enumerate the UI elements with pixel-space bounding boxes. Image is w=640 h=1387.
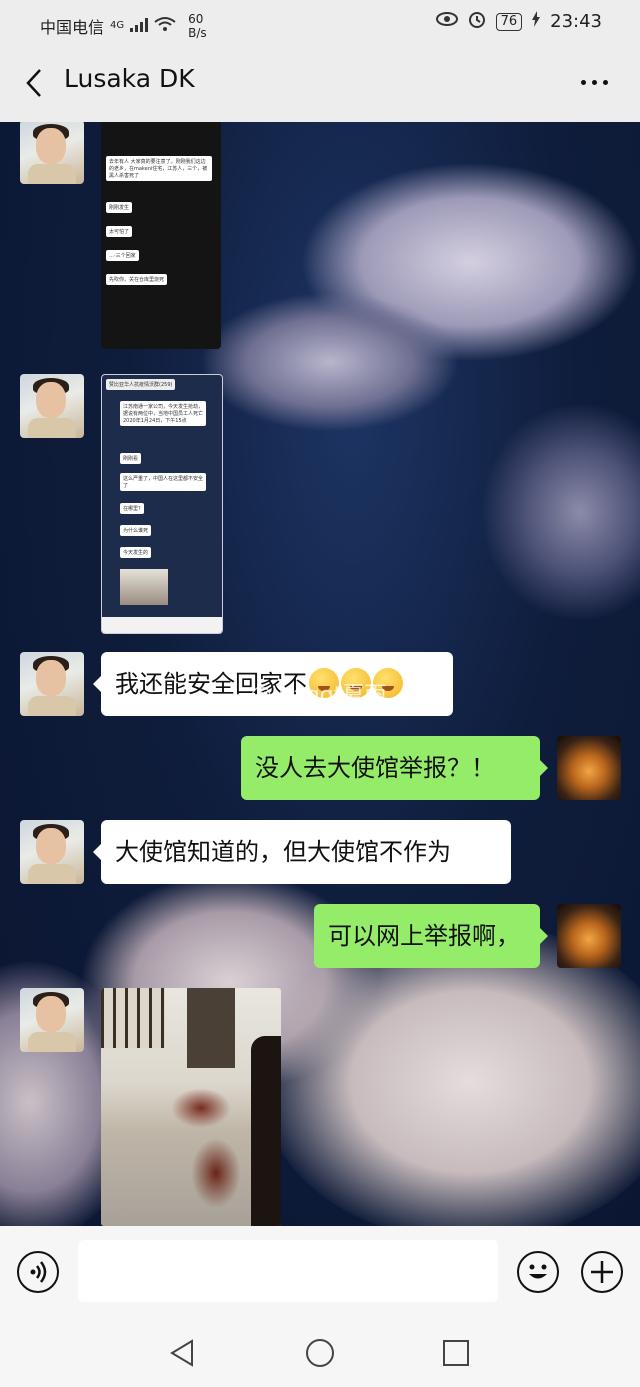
screenshot-text: 太可怕了 [106,226,133,237]
more-functions-button[interactable] [581,1251,623,1293]
back-button[interactable] [22,66,52,100]
background-cloud [200,292,460,432]
screenshot-text: 这么严重了，中国人在这里都不安全了 [120,473,206,491]
emoji-button[interactable] [517,1251,559,1293]
my-avatar[interactable] [557,904,621,968]
message-input[interactable] [78,1240,498,1302]
contact-avatar[interactable] [20,374,84,438]
network-type: 4G [110,20,125,31]
wifi-icon [154,16,176,36]
circle-home-icon [306,1339,334,1367]
screenshot-title: 赞比亚华人抗疫情沃群(259) [106,379,176,390]
more-options-button[interactable] [581,80,608,85]
square-recents-icon [443,1340,469,1366]
status-bar: 中国电信 4G 60 B/s 76 23:43 [0,0,640,44]
message-text: 可以网上举报啊， [328,922,520,950]
smiley-icon [529,1264,547,1279]
screenshot-text: 江苏南通一家公司，今天发生抢劫，据说有两位中，当地中国员工人死亡 2020年1月… [120,401,206,426]
message-text: 大使馆知道的，但大使馆不作为 [115,838,451,866]
photo-doorway [187,988,235,1068]
screenshot-text: …·三个回家 [106,250,139,261]
screenshot-text: 刚刚看 [120,453,142,464]
shared-photo[interactable] [101,988,281,1226]
message-text: 没人去大使馆举报？！ [255,754,495,782]
screenshot-text: 今天发生的 [120,547,152,558]
voice-input-button[interactable] [17,1251,59,1293]
charging-icon [532,11,541,32]
photo-stain [191,1138,241,1208]
more-dot-icon [581,80,586,85]
contact-avatar[interactable] [20,122,84,184]
shared-screenshot[interactable]: 去年有人 大家真的要注意了。刚刚我们这边的老乡，在makeni住宅，江苏人，三个… [101,122,221,349]
nav-home-button[interactable] [304,1337,336,1373]
chat-area[interactable]: 去年有人 大家真的要注意了。刚刚我们这边的老乡，在makeni住宅，江苏人，三个… [0,122,640,1226]
alarm-icon [468,10,486,33]
net-speed: 60 B/s [188,12,207,40]
voice-icon [30,1261,47,1283]
screenshot-text: 为什么谁死 [120,525,152,536]
chat-title: Lusaka DK [64,64,195,93]
contact-avatar[interactable] [20,820,84,884]
photo-window-grille [101,988,165,1048]
signal-icon [130,17,149,36]
more-dot-icon [603,80,608,85]
chevron-left-icon [26,69,41,97]
clock: 23:43 [550,11,602,32]
carrier-label: 中国电信 [40,18,105,37]
screenshot-photo [120,569,168,605]
photo-stain [171,1088,231,1128]
chat-header: Lusaka DK [0,44,640,122]
battery-indicator: 76 [495,12,523,31]
screenshot-input-bar [102,617,222,633]
contact-avatar[interactable] [20,988,84,1052]
contact-avatar[interactable] [20,652,84,716]
screenshot-text: 在哪里? [120,503,144,514]
nav-back-button[interactable] [168,1338,198,1372]
my-avatar[interactable] [557,736,621,800]
message-bubble-outgoing[interactable]: 可以网上举报啊， [314,904,548,968]
plus-icon [591,1261,613,1283]
screenshot-text: 去年有人 大家真的要注意了。刚刚我们这边的老乡，在makeni住宅，江苏人，三个… [106,156,212,181]
photo-person [251,1036,281,1226]
system-nav-bar [0,1318,640,1387]
triangle-back-icon [170,1339,193,1367]
screenshot-text: 刚刚发生 [106,202,133,213]
more-dot-icon [592,80,597,85]
shared-screenshot[interactable]: 赞比亚华人抗疫情沃群(259) 江苏南通一家公司，今天发生抢劫，据说有两位中，当… [101,374,223,634]
message-bubble-incoming[interactable]: 大使馆知道的，但大使馆不作为 [93,820,511,884]
nav-recents-button[interactable] [442,1339,470,1371]
eye-icon [435,11,458,32]
watermark: @Waggt夏雨 [250,683,387,708]
message-bubble-outgoing[interactable]: 没人去大使馆举报？！ [241,736,548,800]
screenshot-text: 先吹你，关在仓库里烧死 [106,274,168,285]
input-bar [0,1226,640,1318]
background-cloud [480,402,640,622]
